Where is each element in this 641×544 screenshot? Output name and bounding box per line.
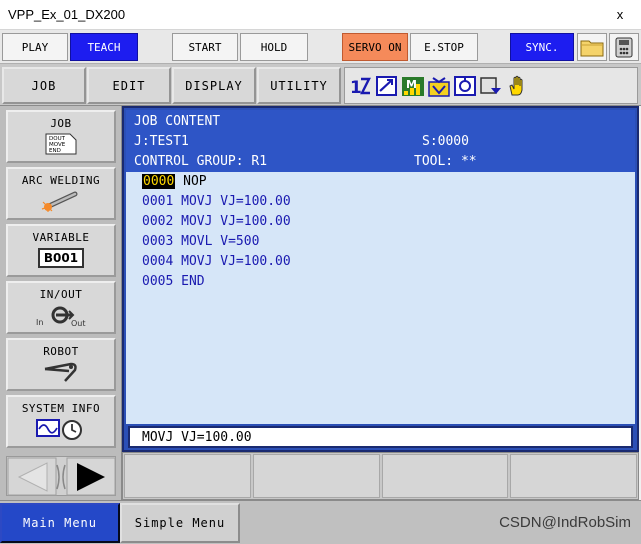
estop-button[interactable]: E.STOP [410, 33, 478, 61]
sync-button[interactable]: SYNC. [510, 33, 574, 61]
side-menu-system-info-label: SYSTEM INFO [21, 402, 101, 415]
simple-menu-button[interactable]: Simple Menu [120, 503, 240, 543]
pendant-button[interactable] [609, 33, 639, 61]
side-menu-job-label: JOB [50, 117, 72, 130]
side-menu-job[interactable]: JOB DOUT MOVE END [6, 110, 116, 163]
teach-button[interactable]: TEACH [70, 33, 138, 61]
status-icon-strip: 1 M [344, 67, 638, 104]
group-axis-icon: 1 [349, 73, 373, 99]
folder-icon [580, 40, 604, 57]
job-content-panel: JOB CONTENT J:TEST1 S:0000 CONTROL GROUP… [122, 106, 639, 452]
side-menu: JOB DOUT MOVE END ARC WELDING VARIABLE B… [0, 106, 122, 500]
mode-toolbar: PLAY TEACH START HOLD SERVO ON E.STOP SY… [0, 30, 641, 64]
job-program-list[interactable]: 0000 NOP 0001 MOVJ VJ=100.00 0002 MOVJ V… [126, 172, 635, 424]
side-menu-in-out-label: IN/OUT [39, 288, 83, 301]
side-menu-system-info[interactable]: SYSTEM INFO [6, 395, 116, 448]
folder-button[interactable] [577, 33, 607, 61]
bottom-bar: Main Menu Simple Menu CSDN@IndRobSim [0, 500, 641, 544]
line-command: MOVJ VJ=100.00 [181, 194, 291, 209]
job-icon-line-3: END [49, 148, 61, 154]
tab-utility[interactable]: UTILITY [257, 67, 341, 104]
function-key-1[interactable] [124, 454, 251, 498]
line-number: 0000 [142, 174, 176, 189]
line-number: 0002 [142, 214, 174, 229]
function-key-2[interactable] [252, 454, 380, 498]
line-number: 0003 [142, 234, 174, 249]
cycle-icon [453, 73, 477, 99]
security-icon [427, 73, 451, 99]
line-command: END [181, 274, 205, 289]
side-menu-variable-label: VARIABLE [32, 231, 90, 244]
svg-text:1: 1 [350, 78, 362, 98]
in-out-out-label: Out [71, 319, 86, 327]
line-command: MOVJ VJ=100.00 [181, 254, 291, 269]
line-number: 0004 [142, 254, 174, 269]
servo-on-button[interactable]: SERVO ON [342, 33, 408, 61]
program-line[interactable]: 0000 NOP [142, 174, 207, 189]
line-number: 0005 [142, 274, 174, 289]
menu-bar: JOB EDIT DISPLAY UTILITY 1 M [0, 64, 641, 106]
program-line[interactable]: 0005 END [142, 274, 205, 289]
play-button[interactable]: PLAY [2, 33, 68, 61]
job-name: J:TEST1 [134, 134, 189, 149]
tab-display[interactable]: DISPLAY [172, 67, 256, 104]
line-command: MOVL V=500 [181, 234, 260, 249]
step-number: S:0000 [422, 134, 469, 149]
robot-arm-icon [44, 362, 77, 382]
main-menu-button[interactable]: Main Menu [0, 503, 120, 543]
in-out-in-label: In [36, 318, 43, 327]
arc-welding-icon [41, 191, 78, 212]
window-title: VPP_Ex_01_DX200 [8, 7, 126, 22]
side-menu-arc-welding[interactable]: ARC WELDING [6, 167, 116, 220]
program-line[interactable]: 0004 MOVJ VJ=100.00 [142, 254, 291, 269]
function-key-row [122, 452, 639, 500]
teach-pendant-icon [615, 37, 633, 58]
side-menu-robot-label: ROBOT [43, 345, 79, 358]
side-menu-arc-welding-label: ARC WELDING [21, 174, 101, 187]
job-content-title: JOB CONTENT [134, 114, 221, 129]
mode-step-icon [479, 73, 503, 99]
job-header: JOB CONTENT J:TEST1 S:0000 CONTROL GROUP… [126, 110, 635, 172]
window-titlebar: VPP_Ex_01_DX200 x [0, 0, 641, 30]
watermark-text: CSDN@IndRobSim [499, 514, 631, 531]
coordinate-icon [375, 73, 399, 99]
function-key-4[interactable] [510, 454, 637, 498]
program-line[interactable]: 0001 MOVJ VJ=100.00 [142, 194, 291, 209]
side-menu-robot[interactable]: ROBOT [6, 338, 116, 391]
line-command: NOP [183, 174, 207, 189]
tab-edit[interactable]: EDIT [87, 67, 171, 104]
program-line[interactable]: 0002 MOVJ VJ=100.00 [142, 214, 291, 229]
tab-job[interactable]: JOB [2, 67, 86, 104]
hold-button[interactable]: HOLD [240, 33, 308, 61]
variable-badge: B001 [37, 248, 85, 268]
hand-icon [505, 73, 529, 99]
side-menu-in-out[interactable]: IN/OUT In Out [6, 281, 116, 334]
side-menu-variable[interactable]: VARIABLE B001 [6, 224, 116, 277]
line-command: MOVJ VJ=100.00 [181, 214, 291, 229]
function-key-3[interactable] [381, 454, 509, 498]
program-line[interactable]: 0003 MOVL V=500 [142, 234, 259, 249]
job-document-icon: DOUT MOVE END [45, 133, 77, 155]
control-group: CONTROL GROUP: R1 [134, 154, 268, 169]
edit-input-line[interactable]: MOVJ VJ=100.00 [128, 426, 633, 448]
page-nav [6, 456, 116, 496]
line-number: 0001 [142, 194, 174, 209]
close-icon[interactable]: x [613, 7, 627, 22]
speed-icon: M [401, 73, 425, 99]
in-out-icon: In Out [36, 306, 86, 327]
tool-number: TOOL: ** [414, 154, 477, 169]
system-info-icon [36, 419, 82, 440]
start-button[interactable]: START [172, 33, 238, 61]
